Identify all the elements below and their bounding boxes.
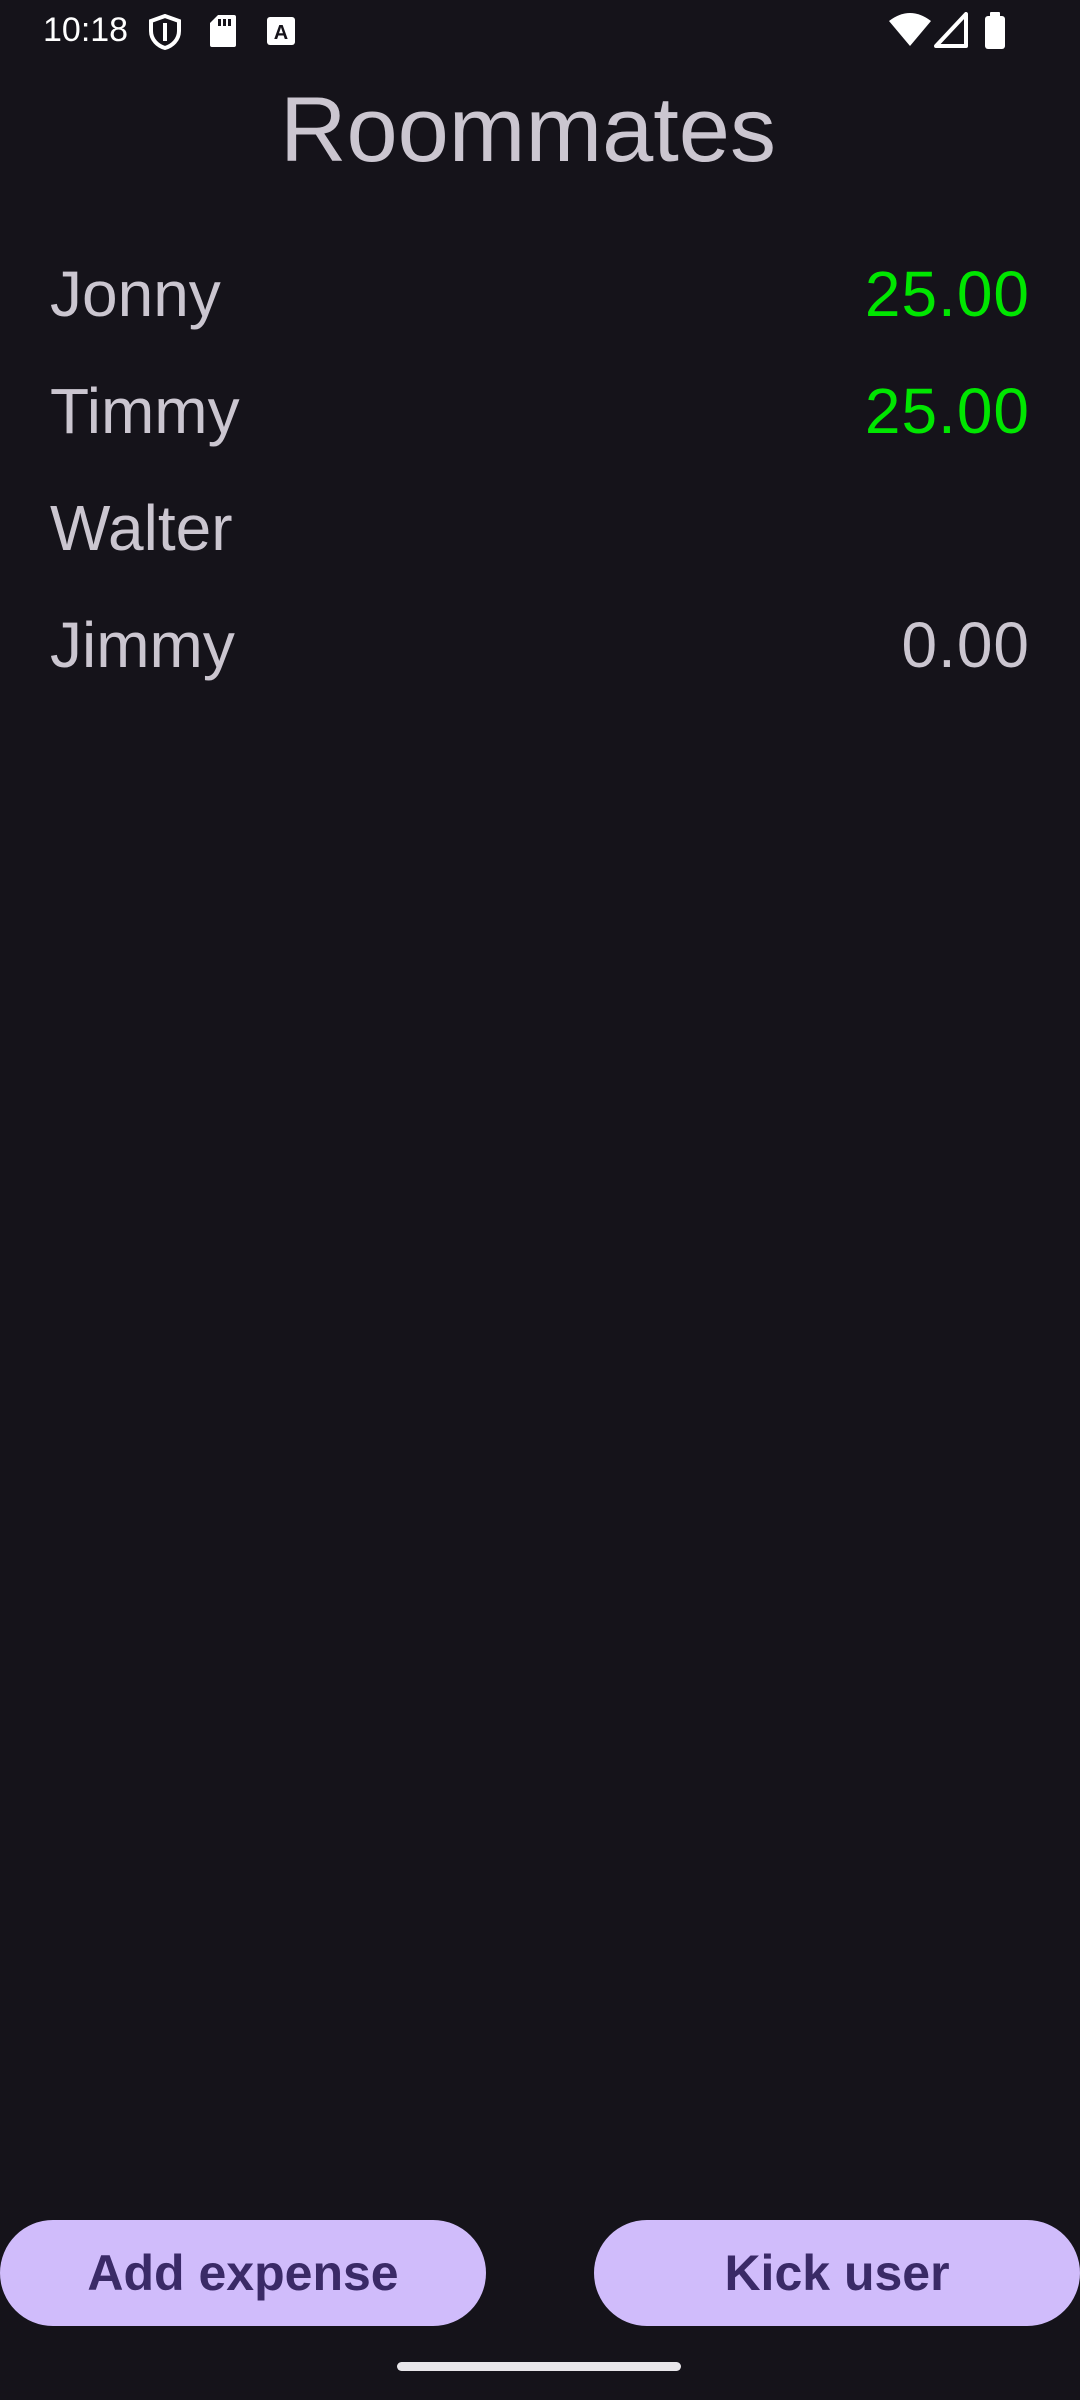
roommate-row-jimmy[interactable]: Jimmy 0.00 <box>50 586 1030 703</box>
roommate-name: Jonny <box>50 257 221 330</box>
cell-signal-icon <box>934 12 968 48</box>
wifi-icon <box>889 13 931 46</box>
roommate-balance: 0.00 <box>901 608 1030 681</box>
roommate-name: Walter <box>50 491 233 564</box>
shield-icon <box>149 14 181 50</box>
add-expense-button[interactable]: Add expense <box>0 2220 486 2326</box>
roommate-row-jonny[interactable]: Jonny 25.00 <box>50 235 1030 352</box>
page-title: Roommates <box>280 79 776 181</box>
roommate-name: Timmy <box>50 374 240 447</box>
sd-card-icon <box>210 15 236 47</box>
status-bar: 10:18 A <box>0 0 1080 62</box>
a-box-icon: A <box>267 17 295 45</box>
roommate-balance: 25.00 <box>864 257 1030 330</box>
kick-user-button[interactable]: Kick user <box>594 2220 1080 2326</box>
roommate-name: Jimmy <box>50 608 235 681</box>
gesture-nav-handle[interactable] <box>397 2362 681 2371</box>
status-time: 10:18 <box>43 11 129 49</box>
roommate-balance: 25.00 <box>864 374 1030 447</box>
svg-text:A: A <box>274 22 288 44</box>
roommate-list: Jonny 25.00 Timmy 25.00 Walter Jimmy 0.0… <box>50 235 1030 703</box>
roommate-row-walter[interactable]: Walter <box>50 469 1030 586</box>
roommate-row-timmy[interactable]: Timmy 25.00 <box>50 352 1030 469</box>
battery-icon <box>985 12 1005 49</box>
